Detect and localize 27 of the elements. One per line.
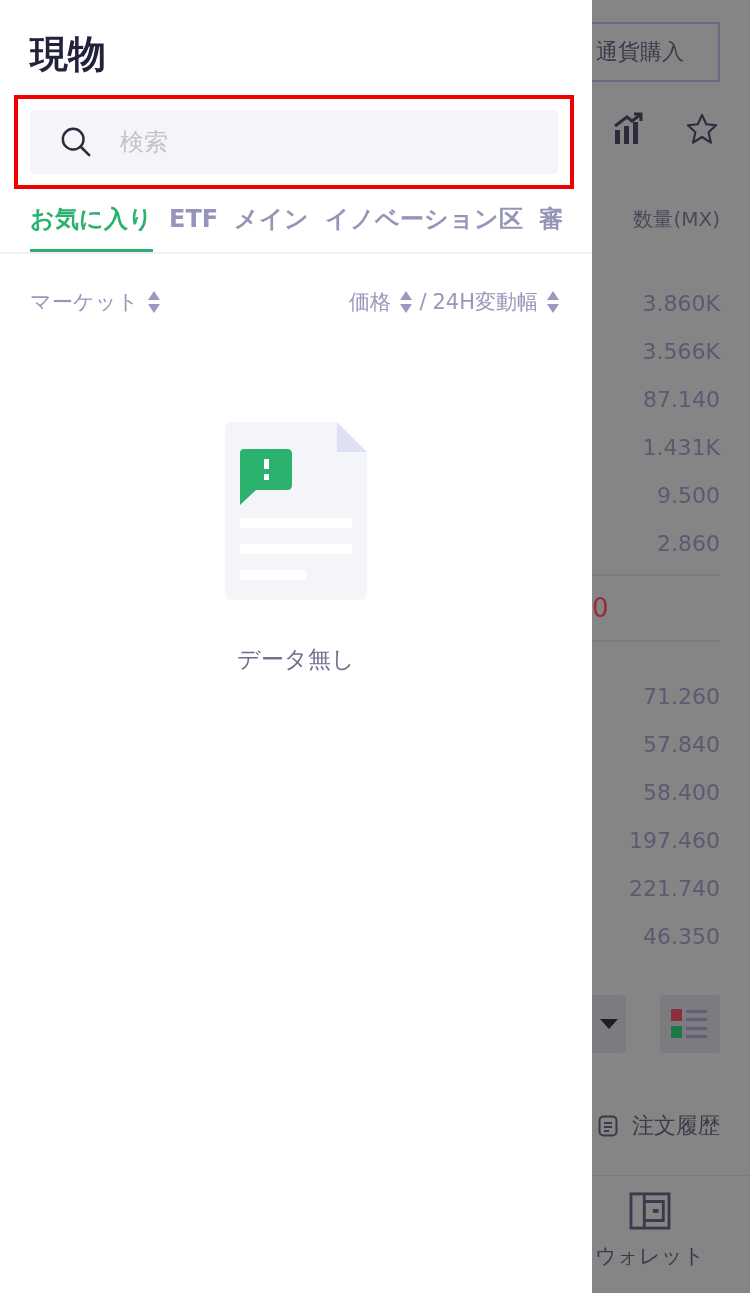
market-tab[interactable]: 審: [539, 203, 564, 252]
order-history-link[interactable]: 注文履歴: [592, 1111, 750, 1141]
order-book-layout-icon: [671, 1009, 709, 1039]
buy-button[interactable]: 通貨購入: [592, 22, 720, 82]
market-sort-button[interactable]: マーケット: [30, 288, 161, 316]
sort-arrows-icon: [399, 290, 414, 314]
drawer-title: 現物: [30, 31, 107, 78]
market-tab[interactable]: メイン: [234, 203, 310, 252]
change-sort-button[interactable]: 24H変動幅: [432, 288, 560, 316]
sort-arrows-icon: [147, 290, 161, 314]
precision-dropdown[interactable]: [592, 995, 626, 1053]
wallet-nav-item[interactable]: ウォレット: [592, 1176, 712, 1270]
caret-icon: [600, 1018, 618, 1030]
column-header: 数量(MX): [632, 206, 721, 233]
separator-text: /: [419, 290, 427, 314]
market-tab[interactable]: イノベーション区: [325, 203, 524, 252]
last-price: 0: [592, 593, 609, 623]
market-tab[interactable]: ETF: [169, 203, 219, 252]
chart-icon[interactable]: [612, 112, 644, 146]
star-icon[interactable]: [686, 112, 718, 146]
empty-message: データ無し: [237, 645, 355, 674]
search-icon: [60, 126, 92, 158]
market-tab[interactable]: お気に入り: [30, 203, 153, 252]
document-icon: [598, 1115, 618, 1137]
price-sort-button[interactable]: 価格: [349, 288, 414, 316]
wallet-icon: [629, 1192, 671, 1230]
sort-arrows-icon: [546, 290, 560, 314]
